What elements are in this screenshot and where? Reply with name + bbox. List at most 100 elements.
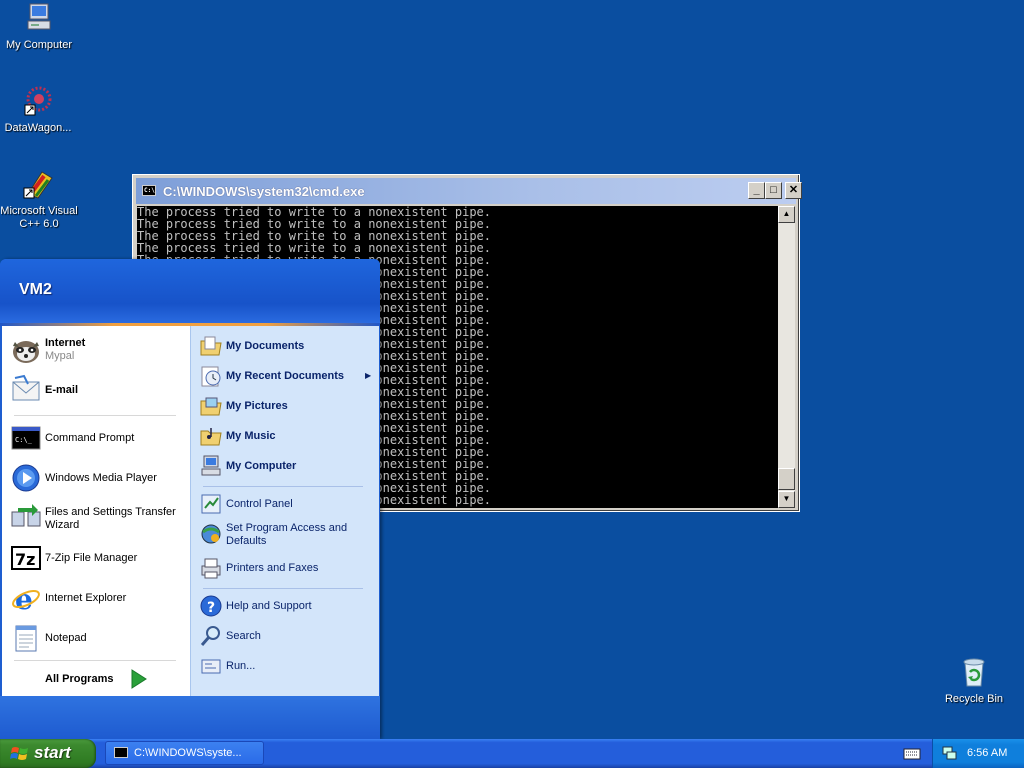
menu-separator — [14, 660, 176, 661]
scroll-thumb[interactable] — [778, 468, 795, 490]
taskbar: start C:\WINDOWS\syste... 6:56 AM — [0, 739, 1024, 768]
place-my-computer[interactable]: My Computer — [197, 454, 377, 480]
transfer-wizard-icon — [10, 502, 42, 534]
minimize-button[interactable]: _ — [748, 182, 765, 199]
taskbar-button-label: C:\WINDOWS\syste... — [134, 747, 242, 759]
recent-documents-icon — [199, 364, 223, 388]
pinned-item-internet[interactable]: Internet Mypal — [8, 334, 190, 368]
submenu-arrow-icon: ▶ — [365, 371, 372, 380]
help-and-support[interactable]: ? Help and Support — [197, 594, 377, 620]
help-label: Search — [226, 630, 261, 642]
system-label: Set Program Access and Defaults — [226, 522, 348, 547]
svg-text:C:\_: C:\_ — [15, 436, 33, 444]
place-label: My Pictures — [226, 400, 288, 412]
cmd-titlebar[interactable]: C:\ C:\WINDOWS\system32\cmd.exe _ □ ✕ — [136, 178, 802, 204]
desktop-icon-visual-cpp[interactable]: Microsoft Visual C++ 6.0 — [0, 168, 79, 231]
pinned-item-label: Internet — [45, 337, 86, 349]
start-menu-programs: Internet Mypal E-mail C:\_ Command Promp… — [2, 326, 190, 696]
pinned-item-email[interactable]: E-mail — [8, 374, 190, 408]
place-label: My Recent Documents — [226, 370, 344, 382]
program-access-icon — [199, 522, 223, 546]
network-icon[interactable] — [941, 745, 957, 761]
cmd-window-icon: C:\ — [142, 185, 156, 196]
scroll-up-button[interactable]: ▲ — [778, 206, 795, 223]
7zip-icon: 7z — [10, 542, 42, 574]
all-programs-label: All Programs — [45, 673, 114, 685]
recent-item-notepad[interactable]: Notepad — [8, 622, 190, 656]
start-button[interactable]: start — [0, 739, 96, 768]
console-scrollbar[interactable]: ▲ ▼ — [778, 206, 795, 508]
my-computer-icon — [22, 2, 56, 36]
place-my-pictures[interactable]: My Pictures — [197, 394, 377, 420]
place-label: My Music — [226, 430, 276, 442]
place-my-recent-documents[interactable]: My Recent Documents ▶ — [197, 364, 377, 390]
system-label: Printers and Faxes — [226, 562, 319, 574]
svg-text:e: e — [15, 583, 33, 614]
svg-text:?: ? — [207, 600, 215, 616]
clock[interactable]: 6:56 AM — [967, 747, 1007, 759]
recent-item-label: Notepad — [45, 632, 87, 644]
help-icon: ? — [199, 594, 223, 618]
place-my-music[interactable]: My Music — [197, 424, 377, 450]
visual-cpp-icon — [22, 168, 56, 202]
recent-item-7zip[interactable]: 7z 7-Zip File Manager — [8, 542, 190, 576]
desktop-icon-recycle-bin[interactable]: Recycle Bin — [934, 656, 1014, 706]
media-player-icon — [10, 462, 42, 494]
system-program-access[interactable]: Set Program Access and Defaults — [197, 522, 377, 552]
recent-item-command-prompt[interactable]: C:\_ Command Prompt — [8, 422, 190, 456]
control-panel-icon — [199, 492, 223, 516]
printer-icon — [199, 556, 223, 580]
system-label: Control Panel — [226, 498, 293, 510]
desktop-icon-my-computer[interactable]: My Computer — [0, 2, 79, 52]
help-label: Help and Support — [226, 600, 312, 612]
desktop-icon-label: My Computer — [5, 39, 73, 51]
desktop-icon-label: Microsoft Visual C++ 6.0 — [0, 205, 78, 230]
pinned-item-sublabel: Mypal — [45, 350, 75, 362]
place-my-documents[interactable]: My Documents — [197, 334, 377, 360]
search[interactable]: Search — [197, 624, 377, 650]
close-button[interactable]: ✕ — [785, 182, 802, 199]
all-programs-button[interactable]: All Programs — [8, 666, 190, 692]
recycle-bin-icon — [957, 656, 991, 690]
recent-item-internet-explorer[interactable]: e Internet Explorer — [8, 582, 190, 616]
system-tray: 6:56 AM — [932, 739, 1024, 768]
user-name: VM2 — [19, 281, 52, 298]
folder-pictures-icon — [199, 394, 223, 418]
my-computer-icon — [199, 454, 223, 478]
menu-separator — [203, 486, 363, 487]
menu-separator — [203, 588, 363, 589]
run[interactable]: Run... — [197, 654, 377, 680]
pinned-item-label: E-mail — [45, 384, 79, 396]
start-menu-header: VM2 — [0, 259, 380, 323]
recent-item-label: 7-Zip File Manager — [45, 552, 138, 564]
svg-text:7z: 7z — [15, 550, 35, 569]
system-printers-faxes[interactable]: Printers and Faxes — [197, 556, 377, 582]
green-arrow-icon — [128, 668, 150, 690]
keyboard-icon[interactable] — [903, 746, 921, 760]
folder-music-icon — [199, 424, 223, 448]
mypal-raccoon-icon — [10, 334, 42, 366]
email-icon — [10, 374, 42, 406]
menu-separator — [14, 415, 176, 416]
start-menu-places: My Documents My Recent Documents ▶ My Pi… — [190, 326, 379, 696]
start-menu: VM2 Internet Mypal E-mail C:\_ Command P… — [0, 259, 380, 739]
datawagon-icon — [21, 85, 55, 119]
recent-item-transfer-wizard[interactable]: Files and Settings Transfer Wizard — [8, 502, 190, 536]
internet-explorer-icon: e — [10, 582, 42, 616]
recent-item-label: Command Prompt — [45, 432, 135, 444]
folder-documents-icon — [199, 334, 223, 358]
system-control-panel[interactable]: Control Panel — [197, 492, 377, 518]
recent-item-media-player[interactable]: Windows Media Player — [8, 462, 190, 496]
start-button-label: start — [34, 743, 71, 762]
taskbar-button-cmd[interactable]: C:\WINDOWS\syste... — [105, 741, 264, 765]
place-label: My Computer — [226, 460, 297, 472]
start-menu-footer — [0, 696, 380, 739]
cmd-taskbar-icon — [114, 747, 128, 758]
notepad-icon — [10, 622, 42, 654]
cmd-window-title: C:\WINDOWS\system32\cmd.exe — [163, 184, 365, 199]
desktop-icon-datawagon[interactable]: DataWagon... — [0, 85, 78, 135]
desktop-icon-label: DataWagon... — [4, 122, 72, 134]
maximize-button[interactable]: □ — [765, 182, 782, 199]
scroll-down-button[interactable]: ▼ — [778, 491, 795, 508]
search-icon — [199, 624, 223, 648]
